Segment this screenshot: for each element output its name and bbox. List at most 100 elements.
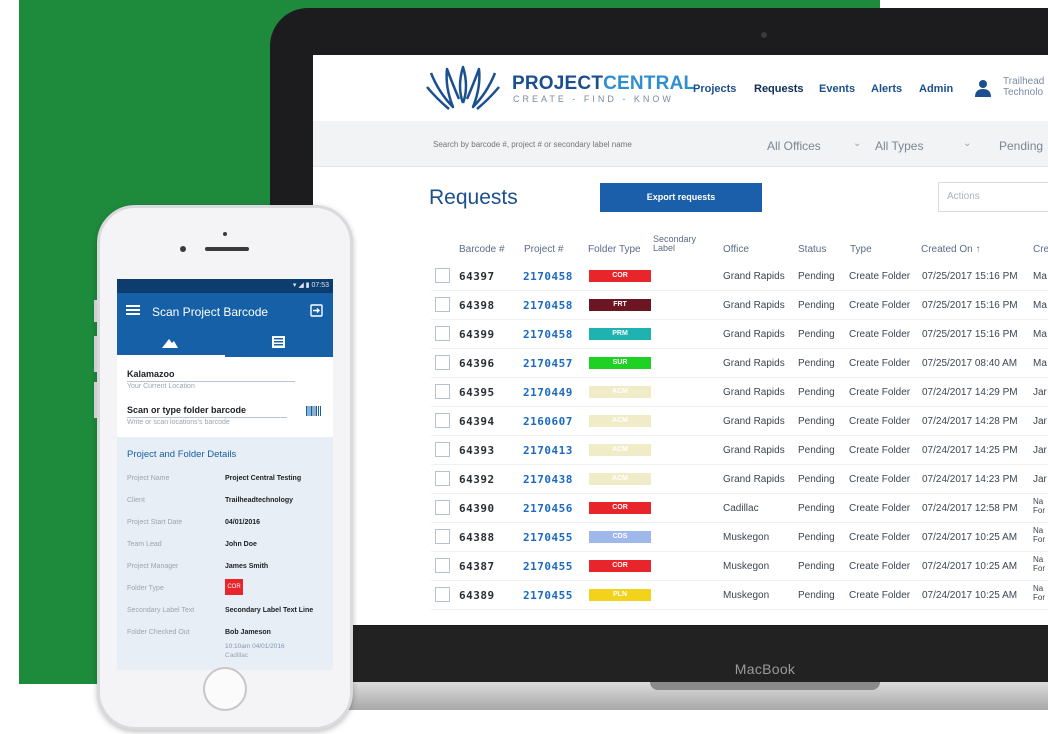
folder-type-badge: ACM [589, 415, 651, 427]
created-by-line: For [1033, 564, 1045, 573]
table-row[interactable]: 64396 2170457 SUR Grand Rapids Pending Create… [431, 349, 1048, 378]
row-checkbox[interactable] [435, 413, 450, 428]
detail-value: Bob Jameson [225, 629, 271, 636]
table-row[interactable]: 64392 2170438 ACM Grand Rapids Pending Create… [431, 465, 1048, 494]
search-input[interactable] [433, 131, 743, 157]
row-checkbox[interactable] [435, 384, 450, 399]
created-by-line: Ma [1033, 300, 1047, 311]
table-row[interactable]: 64397 2170458 COR Grand Rapids Pending Create… [431, 262, 1048, 291]
menu-icon[interactable] [126, 303, 140, 317]
project-link[interactable]: 2170458 [523, 299, 573, 312]
logout-icon[interactable] [310, 304, 323, 317]
user-name[interactable]: Trailhead Technolo [1003, 76, 1048, 98]
row-checkbox[interactable] [435, 471, 450, 486]
created-by-line: Jar [1033, 387, 1047, 398]
status-filter[interactable]: Pending [999, 139, 1043, 153]
office-cell: Grand Rapids [723, 387, 785, 398]
table-row[interactable]: 64390 2170456 COR Cadillac Pending Create Fol… [431, 494, 1048, 523]
active-tab-indicator [117, 355, 225, 357]
barcode-cell: 64399 [459, 328, 495, 341]
project-link[interactable]: 2170438 [523, 473, 573, 486]
status-cell: Pending [798, 445, 835, 456]
table-row[interactable]: 64399 2170458 PRM Grand Rapids Pending Create… [431, 320, 1048, 349]
row-checkbox[interactable] [435, 442, 450, 457]
column-header-folder-type[interactable]: Folder Type [588, 244, 641, 255]
nav-admin[interactable]: Admin [919, 83, 953, 95]
row-checkbox[interactable] [435, 355, 450, 370]
table-row[interactable]: 64394 2160607 ACM Grand Rapids Pending Create… [431, 407, 1048, 436]
column-header-office[interactable]: Office [723, 244, 749, 255]
row-checkbox[interactable] [435, 500, 450, 515]
barcode-scan-icon[interactable] [306, 406, 321, 416]
folder-type-badge: ACM [589, 473, 651, 485]
created-by-cell: Na For [1033, 584, 1045, 602]
search-filter-bar: All Offices ⌄ All Types ⌄ Pending [313, 121, 1048, 167]
phone-status-bar: ▾ ◢ ▮ 07:53 [117, 279, 333, 293]
column-header-barcode[interactable]: Barcode # [459, 244, 505, 255]
user-avatar-icon[interactable] [975, 79, 991, 97]
folder-type-badge: COR [589, 502, 651, 514]
column-header-status[interactable]: Status [798, 244, 826, 255]
project-link[interactable]: 2170455 [523, 531, 573, 544]
project-link[interactable]: 2170458 [523, 270, 573, 283]
folder-type-badge: ACM [589, 444, 651, 456]
table-row[interactable]: 64395 2170449 ACM Grand Rapids Pending Create… [431, 378, 1048, 407]
location-value[interactable]: Kalamazoo [127, 369, 175, 379]
row-checkbox[interactable] [435, 297, 450, 312]
project-link[interactable]: 2170413 [523, 444, 573, 457]
type-filter[interactable]: All Types [875, 139, 923, 153]
marketing-scene: PROJECTCENTRAL CREATE - FIND - KNOW Proj… [0, 0, 1048, 734]
project-link[interactable]: 2170456 [523, 502, 573, 515]
created-on-cell: 07/25/2017 08:40 AM [922, 358, 1018, 369]
chevron-down-icon[interactable]: ⌄ [963, 138, 971, 149]
row-checkbox[interactable] [435, 268, 450, 283]
phone-home-button[interactable] [203, 667, 247, 711]
row-checkbox[interactable] [435, 529, 450, 544]
project-link[interactable]: 2170457 [523, 357, 573, 370]
table-row[interactable]: 64398 2170458 FRT Grand Rapids Pending Create… [431, 291, 1048, 320]
created-by-cell: Jar [1033, 445, 1047, 456]
type-cell: Create Folder [849, 474, 911, 485]
project-link[interactable]: 2160607 [523, 415, 573, 428]
column-header-created-on[interactable]: Created On ↑ [921, 244, 980, 255]
table-row[interactable]: 64388 2170455 CDS Muskegon Pending Create Fol… [431, 523, 1048, 552]
status-cell: Pending [798, 387, 835, 398]
folder-type-badge: PRM [589, 328, 651, 340]
created-on-cell: 07/24/2017 10:25 AM [922, 532, 1018, 543]
detail-label: Team Lead [127, 541, 162, 548]
chevron-down-icon[interactable]: ⌄ [853, 138, 861, 149]
column-header-type[interactable]: Type [850, 244, 872, 255]
row-checkbox[interactable] [435, 326, 450, 341]
column-header-project[interactable]: Project # [524, 244, 563, 255]
table-row[interactable]: 64393 2170413 ACM Grand Rapids Pending Create… [431, 436, 1048, 465]
created-by-line: Na [1033, 584, 1044, 593]
nav-alerts[interactable]: Alerts [871, 83, 902, 95]
row-checkbox[interactable] [435, 587, 450, 602]
project-link[interactable]: 2170455 [523, 560, 573, 573]
project-link[interactable]: 2170455 [523, 589, 573, 602]
type-cell: Create Folder [849, 590, 911, 601]
tab-list-icon[interactable] [272, 336, 285, 348]
nav-projects[interactable]: Projects [693, 83, 736, 95]
nav-events[interactable]: Events [819, 83, 855, 95]
export-requests-button[interactable]: Export requests [600, 183, 762, 212]
office-cell: Grand Rapids [723, 271, 785, 282]
nav-requests[interactable]: Requests [754, 83, 804, 95]
detail-label: Project Manager [127, 563, 179, 570]
tab-scan-icon[interactable] [161, 336, 179, 350]
created-on-cell: 07/24/2017 10:25 AM [922, 590, 1018, 601]
project-link[interactable]: 2170449 [523, 386, 573, 399]
project-link[interactable]: 2170458 [523, 328, 573, 341]
column-header-secondary-label[interactable]: Secondary Label [653, 235, 696, 253]
office-filter[interactable]: All Offices [767, 139, 821, 153]
created-by-line: Na [1033, 497, 1044, 506]
detail-label: Secondary Label Text [127, 607, 195, 614]
barcode-field[interactable]: Scan or type folder barcode [127, 405, 246, 415]
created-by-cell: Ma [1033, 300, 1047, 311]
row-checkbox[interactable] [435, 558, 450, 573]
actions-select[interactable]: Actions [938, 182, 1048, 212]
column-header-created-by[interactable]: Cre [1033, 244, 1048, 255]
table-row[interactable]: 64389 2170455 PLN Muskegon Pending Create Fol… [431, 581, 1048, 610]
table-row[interactable]: 64387 2170455 COR Muskegon Pending Create Fol… [431, 552, 1048, 581]
office-cell: Grand Rapids [723, 445, 785, 456]
